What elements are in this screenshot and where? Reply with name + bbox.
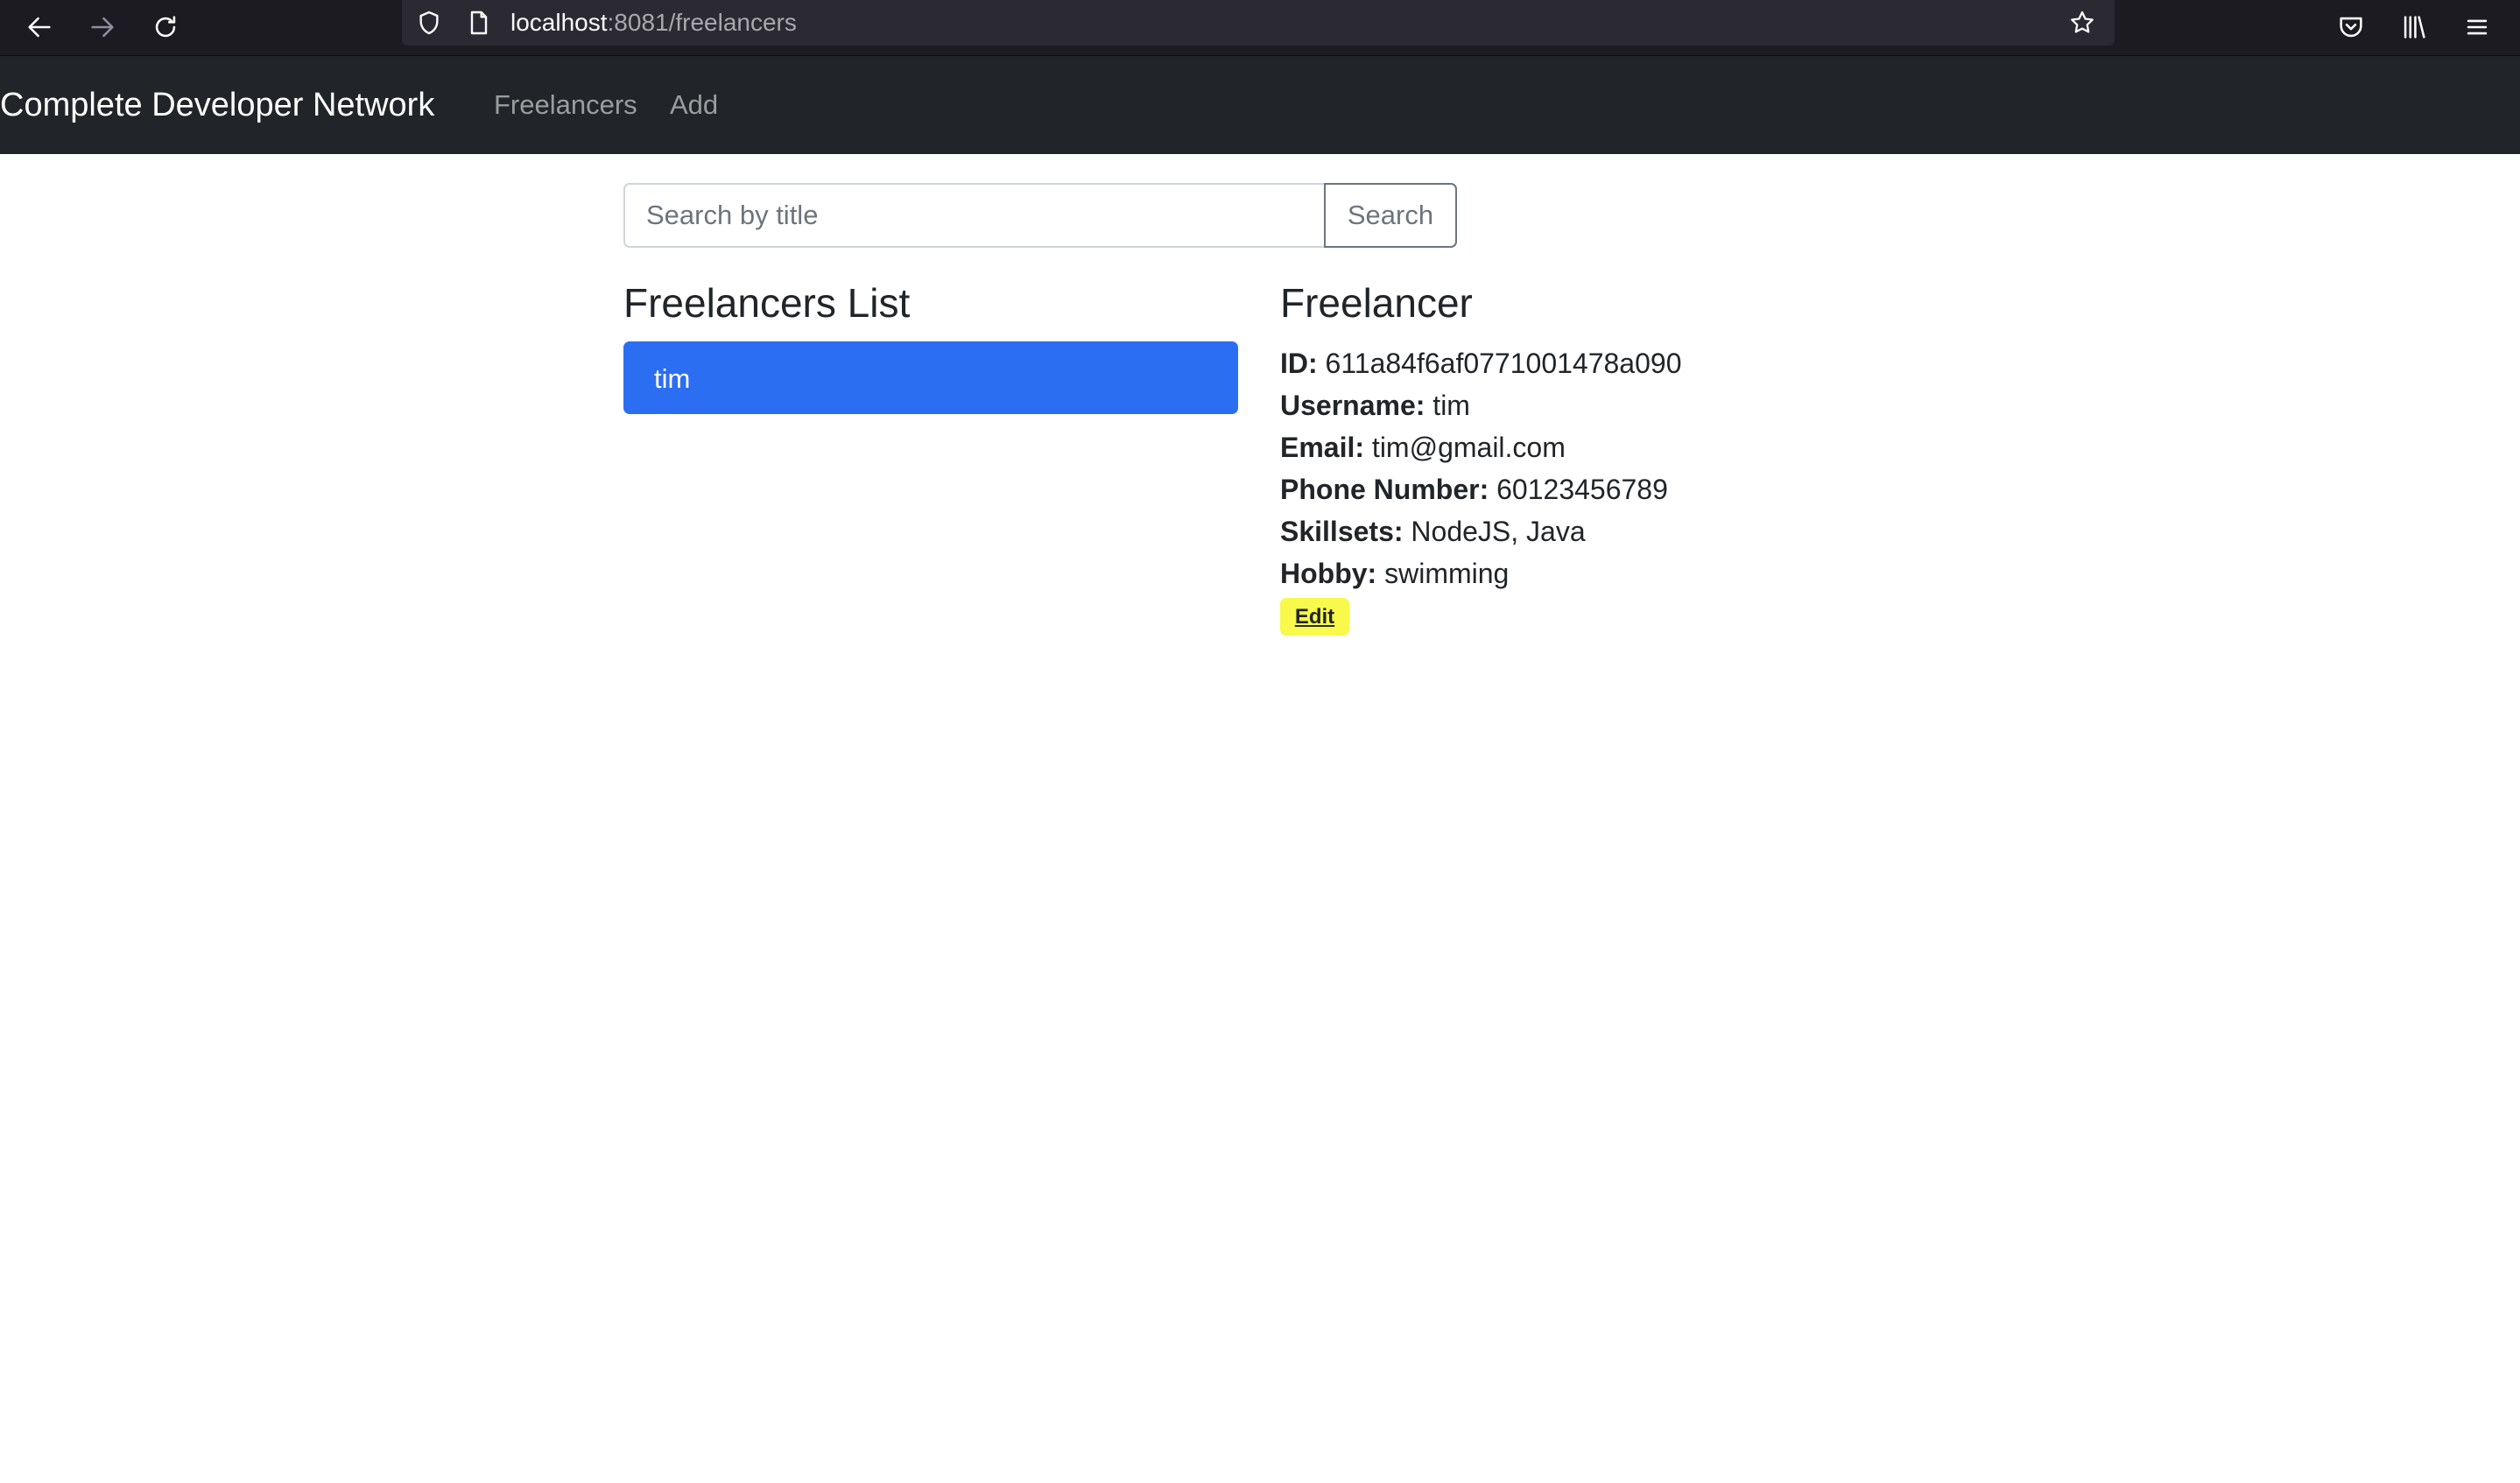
url-path: :8081/freelancers xyxy=(607,9,797,36)
pocket-icon[interactable] xyxy=(2329,5,2373,49)
freelancers-list-title: Freelancers List xyxy=(623,280,911,326)
reload-icon xyxy=(155,16,176,38)
list-item[interactable]: tim xyxy=(623,341,1238,414)
back-button[interactable] xyxy=(16,4,63,51)
search-group: Search xyxy=(623,183,1457,248)
url-text[interactable]: localhost:8081/freelancers xyxy=(510,7,797,39)
browser-toolbar: localhost:8081/freelancers xyxy=(0,0,2520,56)
forward-button[interactable] xyxy=(79,4,126,51)
detail-row-username: Username: tim xyxy=(1280,384,1681,426)
skillsets-value: NodeJS, Java xyxy=(1411,516,1586,547)
navbar-brand[interactable]: Complete Developer Network xyxy=(0,81,434,130)
detail-row-email: Email: tim@gmail.com xyxy=(1280,426,1681,468)
hamburger-menu-icon[interactable] xyxy=(2455,5,2499,49)
arrow-left-icon xyxy=(28,17,51,38)
email-value: tim@gmail.com xyxy=(1371,432,1566,463)
address-bar[interactable]: localhost:8081/freelancers xyxy=(402,0,2115,46)
skillsets-label: Skillsets: xyxy=(1280,516,1404,547)
arrow-right-icon xyxy=(91,17,114,38)
email-label: Email: xyxy=(1280,432,1365,463)
reload-button[interactable] xyxy=(142,4,189,51)
username-label: Username: xyxy=(1280,390,1425,421)
detail-row-hobby: Hobby: swimming xyxy=(1280,552,1681,594)
shield-icon[interactable] xyxy=(413,7,445,39)
hobby-label: Hobby: xyxy=(1280,558,1377,589)
library-icon[interactable] xyxy=(2392,5,2436,49)
url-host: localhost xyxy=(510,9,608,36)
nav-link-add[interactable]: Add xyxy=(670,82,718,128)
edit-button[interactable]: Edit xyxy=(1280,598,1349,636)
id-value: 611a84f6af0771001478a090 xyxy=(1325,348,1682,379)
hobby-value: swimming xyxy=(1384,558,1510,589)
freelancer-details: ID: 611a84f6af0771001478a090 Username: t… xyxy=(1280,342,1681,594)
app-navbar: Complete Developer Network Freelancers A… xyxy=(0,56,2520,154)
search-button[interactable]: Search xyxy=(1324,183,1457,248)
freelancer-detail-title: Freelancer xyxy=(1280,280,1473,326)
page-icon xyxy=(463,7,495,39)
detail-row-phone: Phone Number: 60123456789 xyxy=(1280,468,1681,510)
freelancers-list: tim xyxy=(623,341,1238,414)
phone-value: 60123456789 xyxy=(1496,474,1668,505)
username-value: tim xyxy=(1432,390,1470,421)
nav-link-freelancers[interactable]: Freelancers xyxy=(494,82,637,128)
star-icon[interactable] xyxy=(2066,7,2098,39)
id-label: ID: xyxy=(1280,348,1318,379)
detail-row-skillsets: Skillsets: NodeJS, Java xyxy=(1280,510,1681,552)
search-input[interactable] xyxy=(623,183,1324,248)
phone-label: Phone Number: xyxy=(1280,474,1489,505)
detail-row-id: ID: 611a84f6af0771001478a090 xyxy=(1280,342,1681,384)
